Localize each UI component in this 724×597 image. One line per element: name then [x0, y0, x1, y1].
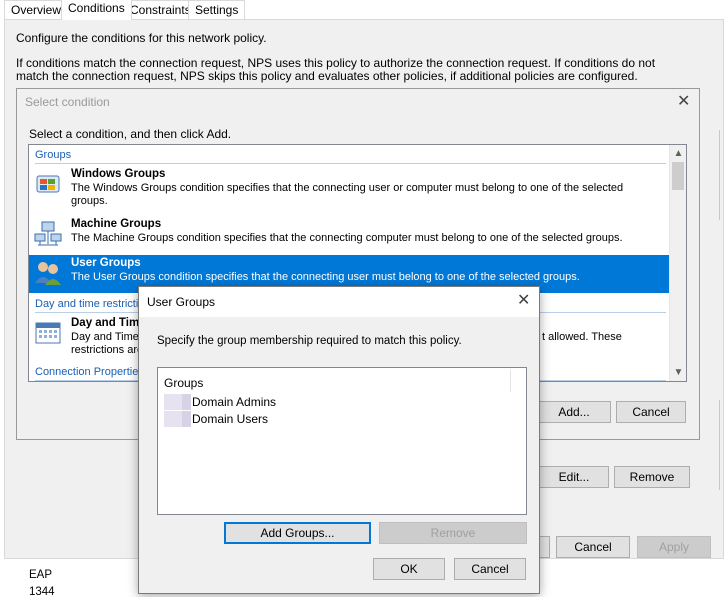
panel-intro: Configure the conditions for this networ…	[16, 31, 267, 45]
groups-list[interactable]: Groups Domain Admins Domain Users	[157, 367, 527, 515]
tab-constraints[interactable]: Constraints	[123, 0, 198, 20]
group-icon	[164, 394, 191, 410]
item-description: The User Groups condition specifies that…	[71, 271, 580, 283]
tab-conditions[interactable]: Conditions	[61, 0, 132, 20]
edit-button[interactable]: Edit...	[539, 466, 609, 488]
dialog-title: Select condition	[25, 95, 110, 109]
list-scrollbar[interactable]: ▲ ▼	[669, 145, 686, 381]
item-description: The Windows Groups condition specifies t…	[71, 182, 624, 207]
item-description: Day and Time	[71, 331, 139, 343]
group-name[interactable]: Domain Users	[192, 412, 268, 426]
add-groups-button[interactable]: Add Groups...	[224, 522, 371, 544]
dialog-title: User Groups	[147, 295, 216, 309]
apply-button[interactable]: Apply	[637, 536, 711, 558]
add-condition-button[interactable]: Add...	[537, 401, 611, 423]
group-header: Groups	[35, 149, 72, 161]
group-icon	[164, 411, 191, 427]
scroll-thumb[interactable]	[672, 162, 684, 190]
panel-explanation: If conditions match the connection reque…	[16, 56, 656, 83]
close-icon[interactable]: ✕	[677, 94, 690, 110]
tab-overview[interactable]: Overview	[4, 0, 69, 20]
edge-divider	[719, 130, 724, 220]
cancel-condition-button[interactable]: Cancel	[616, 401, 686, 423]
scroll-down-icon[interactable]: ▼	[670, 364, 686, 381]
list-item-windows-groups[interactable]: Windows Groups The Windows Groups condit…	[29, 166, 670, 208]
group-header: Connection Properties	[35, 366, 144, 378]
list-item-machine-groups[interactable]: Machine Groups The Machine Groups condit…	[29, 216, 670, 252]
group-divider	[35, 163, 666, 164]
ok-button[interactable]: OK	[373, 558, 445, 580]
remove-group-button[interactable]: Remove	[379, 522, 527, 544]
instruction-text: Select a condition, and then click Add.	[29, 127, 232, 141]
item-title: Windows Groups	[71, 168, 166, 180]
bg-list-item: EAP	[29, 569, 53, 581]
close-icon[interactable]: ✕	[517, 293, 530, 309]
instruction-text: Specify the group membership required to…	[157, 335, 462, 347]
cancel-button[interactable]: Cancel	[556, 536, 630, 558]
item-description: t allowed. These	[542, 331, 622, 343]
item-description: restrictions are	[71, 344, 144, 356]
bg-strip	[540, 536, 550, 558]
group-header: Day and time restrictio	[35, 298, 145, 310]
user-groups-icon	[35, 262, 61, 285]
calendar-icon	[35, 322, 61, 344]
scroll-up-icon[interactable]: ▲	[670, 145, 686, 162]
bg-list-item: 1344	[29, 586, 55, 597]
item-title: Machine Groups	[71, 218, 162, 230]
groups-column-header: Groups	[164, 376, 204, 390]
windows-groups-icon	[36, 175, 60, 193]
cancel-button[interactable]: Cancel	[454, 558, 526, 580]
user-groups-dialog: User Groups ✕ Specify the group membersh…	[138, 286, 540, 594]
item-title: Day and Tim	[71, 317, 140, 329]
edge-divider	[719, 400, 724, 490]
remove-condition-button[interactable]: Remove	[614, 466, 690, 488]
tab-settings[interactable]: Settings	[188, 0, 246, 20]
machine-groups-icon	[34, 221, 62, 246]
column-separator	[510, 370, 511, 392]
item-title: User Groups	[71, 257, 141, 269]
group-name[interactable]: Domain Admins	[192, 395, 276, 409]
item-description: The Machine Groups condition specifies t…	[71, 232, 623, 244]
